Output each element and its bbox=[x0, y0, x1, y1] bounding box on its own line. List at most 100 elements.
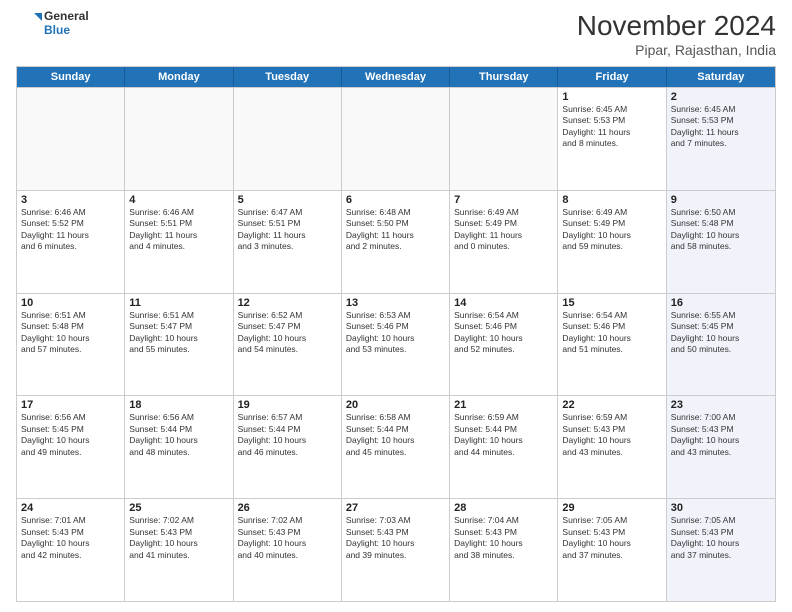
page-title: November 2024 bbox=[577, 10, 776, 42]
day-cell-10: 10Sunrise: 6:51 AM Sunset: 5:48 PM Dayli… bbox=[17, 294, 125, 396]
day-number-18: 18 bbox=[129, 399, 228, 411]
day-cell-17: 17Sunrise: 6:56 AM Sunset: 5:45 PM Dayli… bbox=[17, 396, 125, 498]
day-number-11: 11 bbox=[129, 297, 228, 309]
day-cell-7: 7Sunrise: 6:49 AM Sunset: 5:49 PM Daylig… bbox=[450, 191, 558, 293]
day-cell-25: 25Sunrise: 7:02 AM Sunset: 5:43 PM Dayli… bbox=[125, 499, 233, 601]
day-info-26: Sunrise: 7:02 AM Sunset: 5:43 PM Dayligh… bbox=[238, 515, 337, 561]
day-number-17: 17 bbox=[21, 399, 120, 411]
empty-cell-w1-d4 bbox=[342, 88, 450, 190]
day-info-7: Sunrise: 6:49 AM Sunset: 5:49 PM Dayligh… bbox=[454, 207, 553, 253]
week-row-3: 10Sunrise: 6:51 AM Sunset: 5:48 PM Dayli… bbox=[17, 293, 775, 396]
day-info-30: Sunrise: 7:05 AM Sunset: 5:43 PM Dayligh… bbox=[671, 515, 771, 561]
day-number-19: 19 bbox=[238, 399, 337, 411]
day-info-9: Sunrise: 6:50 AM Sunset: 5:48 PM Dayligh… bbox=[671, 207, 771, 253]
header-monday: Monday bbox=[125, 67, 233, 87]
day-number-26: 26 bbox=[238, 502, 337, 514]
day-cell-2: 2Sunrise: 6:45 AM Sunset: 5:53 PM Daylig… bbox=[667, 88, 775, 190]
day-number-8: 8 bbox=[562, 194, 661, 206]
day-cell-14: 14Sunrise: 6:54 AM Sunset: 5:46 PM Dayli… bbox=[450, 294, 558, 396]
day-info-15: Sunrise: 6:54 AM Sunset: 5:46 PM Dayligh… bbox=[562, 310, 661, 356]
day-cell-29: 29Sunrise: 7:05 AM Sunset: 5:43 PM Dayli… bbox=[558, 499, 666, 601]
day-info-24: Sunrise: 7:01 AM Sunset: 5:43 PM Dayligh… bbox=[21, 515, 120, 561]
week-row-1: 1Sunrise: 6:45 AM Sunset: 5:53 PM Daylig… bbox=[17, 87, 775, 190]
day-cell-22: 22Sunrise: 6:59 AM Sunset: 5:43 PM Dayli… bbox=[558, 396, 666, 498]
day-number-25: 25 bbox=[129, 502, 228, 514]
day-number-23: 23 bbox=[671, 399, 771, 411]
day-cell-9: 9Sunrise: 6:50 AM Sunset: 5:48 PM Daylig… bbox=[667, 191, 775, 293]
day-info-20: Sunrise: 6:58 AM Sunset: 5:44 PM Dayligh… bbox=[346, 412, 445, 458]
day-info-6: Sunrise: 6:48 AM Sunset: 5:50 PM Dayligh… bbox=[346, 207, 445, 253]
header-friday: Friday bbox=[558, 67, 666, 87]
logo-text: General Blue bbox=[16, 10, 89, 38]
day-number-30: 30 bbox=[671, 502, 771, 514]
day-cell-13: 13Sunrise: 6:53 AM Sunset: 5:46 PM Dayli… bbox=[342, 294, 450, 396]
day-cell-28: 28Sunrise: 7:04 AM Sunset: 5:43 PM Dayli… bbox=[450, 499, 558, 601]
day-cell-1: 1Sunrise: 6:45 AM Sunset: 5:53 PM Daylig… bbox=[558, 88, 666, 190]
page-subtitle: Pipar, Rajasthan, India bbox=[577, 42, 776, 58]
day-cell-8: 8Sunrise: 6:49 AM Sunset: 5:49 PM Daylig… bbox=[558, 191, 666, 293]
day-info-13: Sunrise: 6:53 AM Sunset: 5:46 PM Dayligh… bbox=[346, 310, 445, 356]
day-info-25: Sunrise: 7:02 AM Sunset: 5:43 PM Dayligh… bbox=[129, 515, 228, 561]
header-saturday: Saturday bbox=[667, 67, 775, 87]
day-info-19: Sunrise: 6:57 AM Sunset: 5:44 PM Dayligh… bbox=[238, 412, 337, 458]
day-cell-5: 5Sunrise: 6:47 AM Sunset: 5:51 PM Daylig… bbox=[234, 191, 342, 293]
day-info-21: Sunrise: 6:59 AM Sunset: 5:44 PM Dayligh… bbox=[454, 412, 553, 458]
logo-general: General bbox=[44, 10, 89, 24]
day-number-7: 7 bbox=[454, 194, 553, 206]
day-number-5: 5 bbox=[238, 194, 337, 206]
logo: General Blue bbox=[16, 10, 89, 38]
empty-cell-w1-d1 bbox=[17, 88, 125, 190]
logo-graphic-icon bbox=[16, 11, 42, 37]
day-cell-24: 24Sunrise: 7:01 AM Sunset: 5:43 PM Dayli… bbox=[17, 499, 125, 601]
day-number-2: 2 bbox=[671, 91, 771, 103]
day-cell-30: 30Sunrise: 7:05 AM Sunset: 5:43 PM Dayli… bbox=[667, 499, 775, 601]
day-info-18: Sunrise: 6:56 AM Sunset: 5:44 PM Dayligh… bbox=[129, 412, 228, 458]
day-info-16: Sunrise: 6:55 AM Sunset: 5:45 PM Dayligh… bbox=[671, 310, 771, 356]
header-sunday: Sunday bbox=[17, 67, 125, 87]
day-cell-20: 20Sunrise: 6:58 AM Sunset: 5:44 PM Dayli… bbox=[342, 396, 450, 498]
header-tuesday: Tuesday bbox=[234, 67, 342, 87]
day-info-12: Sunrise: 6:52 AM Sunset: 5:47 PM Dayligh… bbox=[238, 310, 337, 356]
calendar-body: 1Sunrise: 6:45 AM Sunset: 5:53 PM Daylig… bbox=[17, 87, 775, 601]
title-block: November 2024 Pipar, Rajasthan, India bbox=[577, 10, 776, 58]
day-info-17: Sunrise: 6:56 AM Sunset: 5:45 PM Dayligh… bbox=[21, 412, 120, 458]
day-cell-18: 18Sunrise: 6:56 AM Sunset: 5:44 PM Dayli… bbox=[125, 396, 233, 498]
day-number-13: 13 bbox=[346, 297, 445, 309]
day-cell-16: 16Sunrise: 6:55 AM Sunset: 5:45 PM Dayli… bbox=[667, 294, 775, 396]
week-row-2: 3Sunrise: 6:46 AM Sunset: 5:52 PM Daylig… bbox=[17, 190, 775, 293]
day-info-5: Sunrise: 6:47 AM Sunset: 5:51 PM Dayligh… bbox=[238, 207, 337, 253]
day-info-4: Sunrise: 6:46 AM Sunset: 5:51 PM Dayligh… bbox=[129, 207, 228, 253]
day-number-4: 4 bbox=[129, 194, 228, 206]
day-info-8: Sunrise: 6:49 AM Sunset: 5:49 PM Dayligh… bbox=[562, 207, 661, 253]
day-cell-11: 11Sunrise: 6:51 AM Sunset: 5:47 PM Dayli… bbox=[125, 294, 233, 396]
day-info-14: Sunrise: 6:54 AM Sunset: 5:46 PM Dayligh… bbox=[454, 310, 553, 356]
day-info-1: Sunrise: 6:45 AM Sunset: 5:53 PM Dayligh… bbox=[562, 104, 661, 150]
day-info-29: Sunrise: 7:05 AM Sunset: 5:43 PM Dayligh… bbox=[562, 515, 661, 561]
day-info-27: Sunrise: 7:03 AM Sunset: 5:43 PM Dayligh… bbox=[346, 515, 445, 561]
day-number-24: 24 bbox=[21, 502, 120, 514]
calendar-header-row: SundayMondayTuesdayWednesdayThursdayFrid… bbox=[17, 67, 775, 87]
day-info-11: Sunrise: 6:51 AM Sunset: 5:47 PM Dayligh… bbox=[129, 310, 228, 356]
day-number-10: 10 bbox=[21, 297, 120, 309]
day-cell-19: 19Sunrise: 6:57 AM Sunset: 5:44 PM Dayli… bbox=[234, 396, 342, 498]
empty-cell-w1-d2 bbox=[125, 88, 233, 190]
day-info-10: Sunrise: 6:51 AM Sunset: 5:48 PM Dayligh… bbox=[21, 310, 120, 356]
day-cell-15: 15Sunrise: 6:54 AM Sunset: 5:46 PM Dayli… bbox=[558, 294, 666, 396]
day-number-12: 12 bbox=[238, 297, 337, 309]
day-number-21: 21 bbox=[454, 399, 553, 411]
week-row-4: 17Sunrise: 6:56 AM Sunset: 5:45 PM Dayli… bbox=[17, 395, 775, 498]
day-number-28: 28 bbox=[454, 502, 553, 514]
day-cell-12: 12Sunrise: 6:52 AM Sunset: 5:47 PM Dayli… bbox=[234, 294, 342, 396]
day-info-22: Sunrise: 6:59 AM Sunset: 5:43 PM Dayligh… bbox=[562, 412, 661, 458]
day-cell-21: 21Sunrise: 6:59 AM Sunset: 5:44 PM Dayli… bbox=[450, 396, 558, 498]
day-info-3: Sunrise: 6:46 AM Sunset: 5:52 PM Dayligh… bbox=[21, 207, 120, 253]
day-info-2: Sunrise: 6:45 AM Sunset: 5:53 PM Dayligh… bbox=[671, 104, 771, 150]
day-info-23: Sunrise: 7:00 AM Sunset: 5:43 PM Dayligh… bbox=[671, 412, 771, 458]
day-number-20: 20 bbox=[346, 399, 445, 411]
header-wednesday: Wednesday bbox=[342, 67, 450, 87]
header: General Blue November 2024 Pipar, Rajast… bbox=[16, 10, 776, 58]
day-number-14: 14 bbox=[454, 297, 553, 309]
day-cell-4: 4Sunrise: 6:46 AM Sunset: 5:51 PM Daylig… bbox=[125, 191, 233, 293]
day-number-27: 27 bbox=[346, 502, 445, 514]
day-number-3: 3 bbox=[21, 194, 120, 206]
